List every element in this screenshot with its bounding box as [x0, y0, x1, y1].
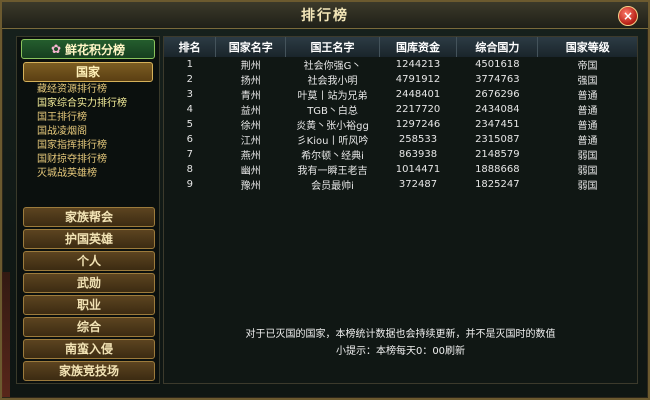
- close-icon: ×: [622, 9, 634, 23]
- subnav-item-national-strength[interactable]: 国家综合实力排行榜: [37, 97, 157, 111]
- category-national-hero[interactable]: 护国英雄: [23, 229, 155, 249]
- category-comprehensive[interactable]: 综合: [23, 317, 155, 337]
- category-family-guild[interactable]: 家族帮会: [23, 207, 155, 227]
- table-row: 9 豫州 会员最帅i 372487 1825247 弱国: [186, 179, 598, 192]
- table-row: 6 江州 彡Kiou丨听风吟 258533 2315087 普通: [186, 134, 598, 147]
- nation-category-button[interactable]: 国家: [23, 62, 153, 82]
- category-merit[interactable]: 武勋: [23, 273, 155, 293]
- category-personal[interactable]: 个人: [23, 251, 155, 271]
- footer-notice: 对于已灭国的国家，本榜统计数据也会持续更新，并不是灭国时的数值: [245, 329, 556, 340]
- subnav-item-city-heroes[interactable]: 灭城战英雄榜: [37, 167, 157, 181]
- nation-subnav: 藏经资源排行榜 国家综合实力排行榜 国王排行榜 国战凌烟阁 国家指挥排行榜 国财…: [37, 83, 157, 181]
- ranking-table: 排名 国家名字 国王名字 国库资金 综合国力 国家等级 1 荆州 社会你强G丶 124…: [164, 37, 637, 192]
- subnav-item-command-ranking[interactable]: 国家指挥排行榜: [37, 139, 157, 153]
- header-nation-level: 国家等级: [537, 37, 637, 57]
- background-decoration: [2, 272, 10, 397]
- table-row: 1 荆州 社会你强G丶 1244213 4501618 帝国: [186, 59, 598, 72]
- ranking-window: 排行榜 × ✿ 鲜花积分榜 国家 藏经资源排行榜 国家综合实力排行榜 国王排行榜…: [0, 0, 650, 400]
- table-row: 8 幽州 我有一瞬王老吉 1014471 1888668 弱国: [186, 164, 598, 177]
- close-button[interactable]: ×: [618, 6, 638, 26]
- ranking-panel: 排名 国家名字 国王名字 国库资金 综合国力 国家等级 1 荆州 社会你强G丶 124…: [163, 36, 638, 384]
- table-row: 7 燕州 希尔顿丶经典i 863938 2148579 弱国: [186, 149, 598, 162]
- header-treasury: 国库资金: [379, 37, 458, 57]
- category-barbarian-invasion[interactable]: 南蛮入侵: [23, 339, 155, 359]
- flower-ranking-label: 鲜花积分榜: [65, 42, 126, 57]
- sidebar: ✿ 鲜花积分榜 国家 藏经资源排行榜 国家综合实力排行榜 国王排行榜 国战凌烟阁…: [16, 36, 160, 384]
- table-row: 2 扬州 社会我小明 4791912 3774763 强国: [186, 74, 598, 87]
- table-row: 5 徐州 炎黄丶张小裕gg 1297246 2347451 普通: [186, 119, 598, 132]
- header-national-power: 综合国力: [456, 37, 539, 57]
- category-profession[interactable]: 职业: [23, 295, 155, 315]
- subnav-item-scripture-resources[interactable]: 藏经资源排行榜: [37, 83, 157, 97]
- category-family-arena[interactable]: 家族竞技场: [23, 361, 155, 381]
- header-rank: 排名: [164, 37, 217, 57]
- subnav-item-war-pavilion[interactable]: 国战凌烟阁: [37, 125, 157, 139]
- table-row: 4 益州 TGB丶白总 2217720 2434084 普通: [186, 104, 598, 117]
- table-header-row: 排名 国家名字 国王名字 国库资金 综合国力 国家等级: [164, 37, 637, 57]
- flower-ranking-button[interactable]: ✿ 鲜花积分榜: [21, 39, 155, 59]
- header-nation-name: 国家名字: [215, 37, 287, 57]
- refresh-tip: 小提示：本榜每天0：00刷新: [335, 346, 466, 357]
- window-title: 排行榜: [301, 8, 349, 24]
- nation-category-label: 国家: [75, 65, 100, 79]
- table-row: 3 青州 叶莫丨站为兄弟 2448401 2676296 普通: [186, 89, 598, 102]
- subnav-item-plunder-ranking[interactable]: 国财掠夺排行榜: [37, 153, 157, 167]
- title-bar: 排行榜 ×: [2, 2, 648, 29]
- header-king-name: 国王名字: [285, 37, 380, 57]
- subnav-item-king-ranking[interactable]: 国王排行榜: [37, 111, 157, 125]
- flower-icon: ✿: [50, 42, 62, 56]
